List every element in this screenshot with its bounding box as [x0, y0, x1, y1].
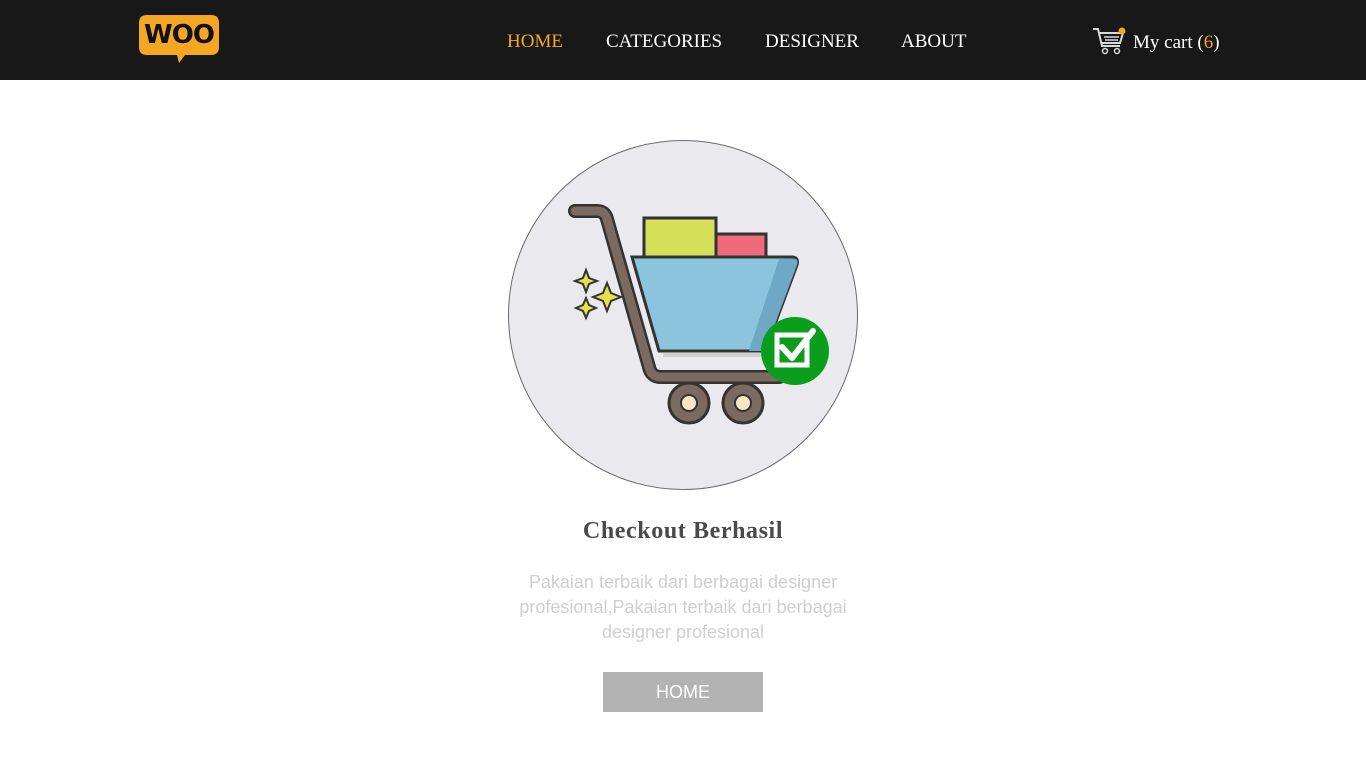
cart-label-prefix: My cart ( [1133, 32, 1204, 53]
nav-home[interactable]: HOME [507, 31, 563, 53]
cart-count: 6 [1203, 32, 1214, 53]
woo-logo[interactable]: WOO [139, 15, 219, 63]
page-description: Pakaian terbaik dari berbagai designer p… [519, 572, 847, 642]
nav-designer[interactable]: DESIGNER [765, 31, 859, 53]
home-button[interactable]: HOME [603, 672, 763, 712]
nav-about[interactable]: ABOUT [901, 31, 966, 53]
logo-text: WOO [144, 20, 215, 50]
my-cart-link[interactable]: My cart (6) [1092, 24, 1220, 58]
cart-label-suffix: ) [1213, 32, 1220, 53]
page-title: Checkout Berhasil [582, 518, 784, 544]
top-navbar: WOO HOME CATEGORIES DESIGNER ABOUT My ca… [0, 0, 1366, 80]
shopping-cart-icon [1093, 27, 1126, 55]
nav-categories[interactable]: CATEGORIES [606, 31, 722, 53]
cart-label: My cart (6) [1133, 32, 1220, 54]
shopping-cart-illustration-icon [568, 204, 829, 425]
checkout-illustration [508, 140, 858, 490]
